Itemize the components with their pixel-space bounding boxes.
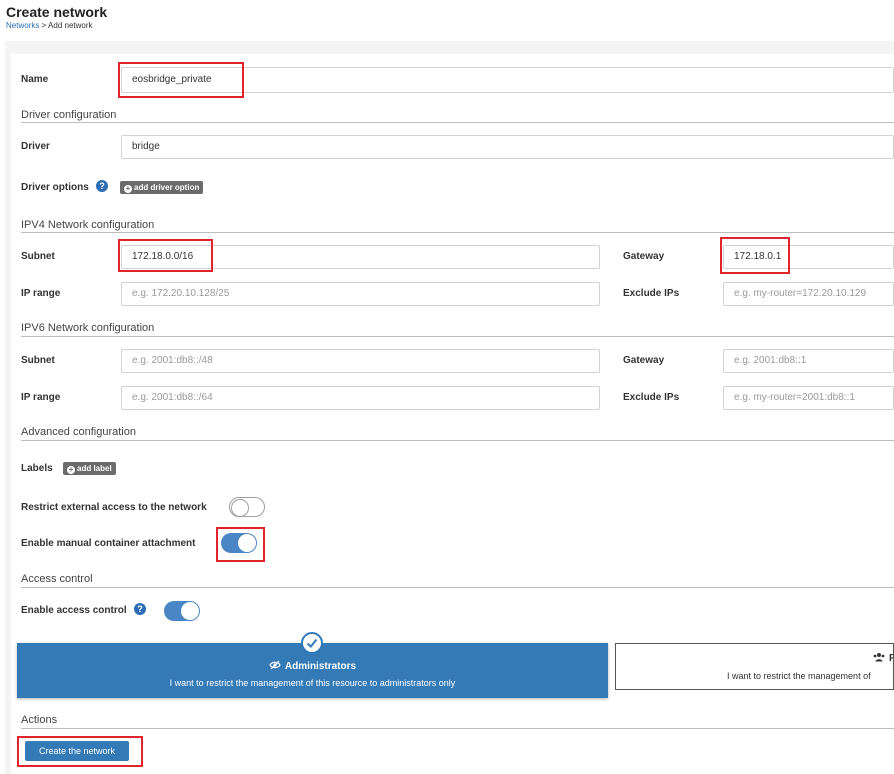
restrict-external-label: Restrict external access to the network (21, 502, 207, 513)
manual-attachment-highlight (216, 527, 265, 562)
breadcrumb: Networks > Add network (6, 21, 93, 30)
labels-label: Labels (21, 463, 53, 474)
driver-section-title: Driver configuration (21, 109, 117, 121)
actions-section-rule (21, 728, 894, 729)
ipv4-subnet-label: Subnet (21, 251, 55, 262)
driver-label: Driver (21, 141, 50, 152)
page-title: Create network (6, 4, 108, 20)
ipv6-section-rule (21, 336, 894, 337)
ipv6-subnet-label: Subnet (21, 355, 55, 366)
restrict-external-toggle[interactable] (229, 497, 265, 517)
ipv6-gateway-label: Gateway (623, 355, 665, 366)
plus-circle-icon: + (67, 465, 75, 474)
name-label: Name (21, 74, 49, 85)
name-highlight (118, 62, 244, 98)
ipv4-gateway-highlight (720, 237, 790, 274)
access-section-title: Access control (21, 573, 93, 585)
breadcrumb-current: Add network (48, 21, 93, 30)
add-label-button[interactable]: + add label (63, 462, 116, 475)
driver-options-label: Driver options (21, 182, 89, 193)
add-driver-option-label: add driver option (134, 183, 200, 192)
ipv6-subnet-input[interactable]: e.g. 2001:db8::/48 (121, 349, 600, 373)
ipv4-exclude-input[interactable]: e.g. my-router=172.20.10.129 (723, 282, 894, 306)
breadcrumb-networks-link[interactable]: Networks (6, 21, 39, 30)
selected-check-icon (301, 632, 323, 654)
restricted-title: R (873, 652, 893, 664)
administrators-title-text: Administrators (284, 661, 357, 672)
breadcrumb-separator: > (39, 21, 49, 30)
access-control-toggle[interactable] (164, 601, 200, 621)
ipv4-subnet-highlight (118, 239, 213, 272)
add-driver-option-button[interactable]: + add driver option (120, 181, 204, 194)
ipv4-iprange-label: IP range (21, 288, 61, 299)
toggle-knob (231, 499, 249, 517)
add-label-label: add label (77, 464, 112, 473)
ipv6-iprange-label: IP range (21, 392, 61, 403)
ipv4-iprange-input[interactable]: e.g. 172.20.10.128/25 (121, 282, 600, 306)
driver-section-rule (21, 122, 894, 123)
toggle-knob (181, 602, 199, 620)
ipv4-exclude-label: Exclude IPs (623, 288, 680, 299)
ipv4-section-title: IPV4 Network configuration (21, 219, 155, 231)
restricted-option[interactable]: R I want to restrict the management of (615, 643, 894, 690)
create-button-highlight (17, 736, 143, 767)
ipv4-section-rule (21, 232, 894, 233)
advanced-section-title: Advanced configuration (21, 426, 136, 438)
advanced-section-rule (21, 440, 894, 441)
ipv6-iprange-input[interactable]: e.g. 2001:db8::/64 (121, 386, 600, 410)
ipv6-exclude-input[interactable]: e.g. my-router=2001:db8::1 (723, 386, 894, 410)
administrators-title: Administrators (17, 660, 608, 672)
actions-section-title: Actions (21, 714, 58, 726)
restricted-description: I want to restrict the management of (727, 671, 871, 681)
eye-slash-icon (269, 660, 281, 670)
ipv6-section-title: IPV6 Network configuration (21, 322, 155, 334)
manual-attachment-label: Enable manual container attachment (21, 538, 196, 549)
restricted-title-text: R (889, 653, 893, 664)
administrators-description: I want to restrict the management of thi… (169, 678, 456, 688)
users-icon (873, 653, 885, 662)
ipv6-gateway-input[interactable]: e.g. 2001:db8::1 (723, 349, 894, 373)
driver-options-help-icon[interactable]: ? (96, 180, 108, 192)
driver-input[interactable]: bridge (121, 135, 894, 159)
access-control-help-icon[interactable]: ? (134, 603, 146, 615)
ipv6-exclude-label: Exclude IPs (623, 392, 680, 403)
access-control-label: Enable access control (21, 605, 127, 616)
plus-circle-icon: + (124, 184, 132, 193)
ipv4-gateway-label: Gateway (623, 251, 665, 262)
access-section-rule (21, 587, 894, 588)
